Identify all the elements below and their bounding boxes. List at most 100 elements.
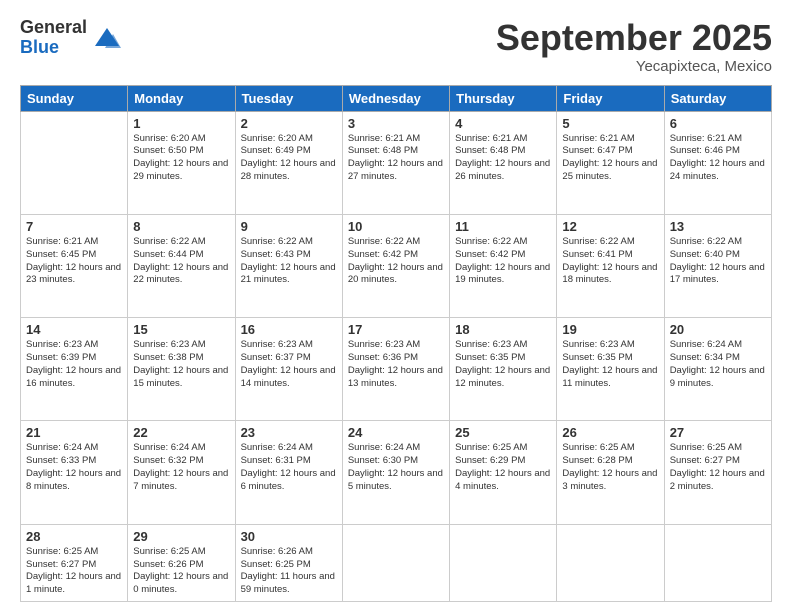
day-info: Sunrise: 6:22 AMSunset: 6:42 PMDaylight:… — [348, 236, 444, 287]
day-number: 18 — [455, 322, 551, 337]
calendar-cell: 7Sunrise: 6:21 AMSunset: 6:45 PMDaylight… — [21, 214, 128, 317]
day-number: 14 — [26, 322, 122, 337]
calendar-week-4: 21 Sunrise: 6:24 AMSunset: 6:33 PMDayligh… — [21, 421, 772, 524]
day-number: 20 — [670, 322, 766, 337]
calendar-cell: 11Sunrise: 6:22 AMSunset: 6:42 PMDayligh… — [450, 214, 557, 317]
calendar-week-3: 14 Sunrise: 6:23 AMSunset: 6:39 PMDayligh… — [21, 318, 772, 421]
day-number: 16 — [241, 322, 337, 337]
day-info: Sunrise: 6:25 AMSunset: 6:28 PMDaylight:… — [562, 442, 658, 493]
day-info: Sunrise: 6:24 AMSunset: 6:33 PMDaylight:… — [26, 442, 122, 493]
day-number: 5 — [562, 116, 658, 131]
calendar-cell: 23 Sunrise: 6:24 AMSunset: 6:31 PMDayligh… — [235, 421, 342, 524]
day-number: 27 — [670, 425, 766, 440]
logo-icon — [93, 24, 121, 52]
day-info: Sunrise: 6:24 AMSunset: 6:30 PMDaylight:… — [348, 442, 444, 493]
calendar-cell: 21 Sunrise: 6:24 AMSunset: 6:33 PMDayligh… — [21, 421, 128, 524]
calendar-cell: 14 Sunrise: 6:23 AMSunset: 6:39 PMDayligh… — [21, 318, 128, 421]
day-number: 3 — [348, 116, 444, 131]
calendar-week-1: 1 Sunrise: 6:20 AMSunset: 6:50 PMDaylight… — [21, 111, 772, 214]
month-title: September 2025 — [496, 18, 772, 58]
day-info: Sunrise: 6:24 AMSunset: 6:32 PMDaylight:… — [133, 442, 229, 493]
day-number: 10 — [348, 219, 444, 234]
day-number: 24 — [348, 425, 444, 440]
day-info: Sunrise: 6:23 AMSunset: 6:35 PMDaylight:… — [455, 339, 551, 390]
day-number: 17 — [348, 322, 444, 337]
calendar-cell: 3 Sunrise: 6:21 AMSunset: 6:48 PMDaylight… — [342, 111, 449, 214]
day-number: 19 — [562, 322, 658, 337]
calendar-cell: 24 Sunrise: 6:24 AMSunset: 6:30 PMDayligh… — [342, 421, 449, 524]
day-info: Sunrise: 6:25 AMSunset: 6:29 PMDaylight:… — [455, 442, 551, 493]
calendar-cell — [450, 524, 557, 601]
day-number: 29 — [133, 529, 229, 544]
calendar-cell: 13 Sunrise: 6:22 AMSunset: 6:40 PMDayligh… — [664, 214, 771, 317]
day-info: Sunrise: 6:22 AMSunset: 6:42 PMDaylight:… — [455, 236, 551, 287]
calendar-cell: 5Sunrise: 6:21 AMSunset: 6:47 PMDaylight… — [557, 111, 664, 214]
day-number: 28 — [26, 529, 122, 544]
day-number: 8 — [133, 219, 229, 234]
day-info: Sunrise: 6:23 AMSunset: 6:37 PMDaylight:… — [241, 339, 337, 390]
day-info: Sunrise: 6:21 AMSunset: 6:48 PMDaylight:… — [348, 133, 444, 184]
calendar-cell: 9 Sunrise: 6:22 AMSunset: 6:43 PMDaylight… — [235, 214, 342, 317]
calendar-cell: 12 Sunrise: 6:22 AMSunset: 6:41 PMDayligh… — [557, 214, 664, 317]
calendar-cell: 10 Sunrise: 6:22 AMSunset: 6:42 PMDayligh… — [342, 214, 449, 317]
day-info: Sunrise: 6:20 AMSunset: 6:49 PMDaylight:… — [241, 133, 337, 184]
calendar-cell: 22 Sunrise: 6:24 AMSunset: 6:32 PMDayligh… — [128, 421, 235, 524]
header: General Blue September 2025 Yecapixteca,… — [20, 18, 772, 75]
logo: General Blue — [20, 18, 121, 58]
weekday-header-tuesday: Tuesday — [235, 85, 342, 111]
calendar-cell: 25 Sunrise: 6:25 AMSunset: 6:29 PMDayligh… — [450, 421, 557, 524]
calendar-cell: 29 Sunrise: 6:25 AMSunset: 6:26 PMDayligh… — [128, 524, 235, 601]
day-number: 9 — [241, 219, 337, 234]
calendar-cell: 6 Sunrise: 6:21 AMSunset: 6:46 PMDaylight… — [664, 111, 771, 214]
day-number: 25 — [455, 425, 551, 440]
title-block: September 2025 Yecapixteca, Mexico — [496, 18, 772, 75]
day-number: 15 — [133, 322, 229, 337]
day-number: 23 — [241, 425, 337, 440]
day-info: Sunrise: 6:23 AMSunset: 6:39 PMDaylight:… — [26, 339, 122, 390]
calendar-cell: 15 Sunrise: 6:23 AMSunset: 6:38 PMDayligh… — [128, 318, 235, 421]
weekday-header-saturday: Saturday — [664, 85, 771, 111]
day-number: 12 — [562, 219, 658, 234]
weekday-header-wednesday: Wednesday — [342, 85, 449, 111]
day-number: 26 — [562, 425, 658, 440]
calendar-cell — [21, 111, 128, 214]
logo-general: General — [20, 18, 87, 38]
calendar-cell: 4Sunrise: 6:21 AMSunset: 6:48 PMDaylight… — [450, 111, 557, 214]
calendar-cell: 18 Sunrise: 6:23 AMSunset: 6:35 PMDayligh… — [450, 318, 557, 421]
location-subtitle: Yecapixteca, Mexico — [496, 58, 772, 75]
weekday-header-monday: Monday — [128, 85, 235, 111]
weekday-header-thursday: Thursday — [450, 85, 557, 111]
day-info: Sunrise: 6:20 AMSunset: 6:50 PMDaylight:… — [133, 133, 229, 184]
weekday-header-row: SundayMondayTuesdayWednesdayThursdayFrid… — [21, 85, 772, 111]
day-info: Sunrise: 6:22 AMSunset: 6:40 PMDaylight:… — [670, 236, 766, 287]
day-info: Sunrise: 6:25 AMSunset: 6:26 PMDaylight:… — [133, 546, 229, 597]
day-info: Sunrise: 6:23 AMSunset: 6:38 PMDaylight:… — [133, 339, 229, 390]
day-number: 1 — [133, 116, 229, 131]
day-info: Sunrise: 6:22 AMSunset: 6:43 PMDaylight:… — [241, 236, 337, 287]
day-info: Sunrise: 6:21 AMSunset: 6:45 PMDaylight:… — [26, 236, 122, 287]
day-info: Sunrise: 6:25 AMSunset: 6:27 PMDaylight:… — [670, 442, 766, 493]
calendar-week-2: 7Sunrise: 6:21 AMSunset: 6:45 PMDaylight… — [21, 214, 772, 317]
page: General Blue September 2025 Yecapixteca,… — [0, 0, 792, 612]
day-number: 13 — [670, 219, 766, 234]
calendar-cell: 27 Sunrise: 6:25 AMSunset: 6:27 PMDayligh… — [664, 421, 771, 524]
calendar-cell: 8Sunrise: 6:22 AMSunset: 6:44 PMDaylight… — [128, 214, 235, 317]
day-number: 6 — [670, 116, 766, 131]
calendar-cell: 28 Sunrise: 6:25 AMSunset: 6:27 PMDayligh… — [21, 524, 128, 601]
day-info: Sunrise: 6:23 AMSunset: 6:36 PMDaylight:… — [348, 339, 444, 390]
calendar-cell: 20Sunrise: 6:24 AMSunset: 6:34 PMDayligh… — [664, 318, 771, 421]
calendar-table: SundayMondayTuesdayWednesdayThursdayFrid… — [20, 85, 772, 602]
day-info: Sunrise: 6:24 AMSunset: 6:31 PMDaylight:… — [241, 442, 337, 493]
day-info: Sunrise: 6:22 AMSunset: 6:41 PMDaylight:… — [562, 236, 658, 287]
day-number: 30 — [241, 529, 337, 544]
day-info: Sunrise: 6:21 AMSunset: 6:46 PMDaylight:… — [670, 133, 766, 184]
day-number: 22 — [133, 425, 229, 440]
day-info: Sunrise: 6:25 AMSunset: 6:27 PMDaylight:… — [26, 546, 122, 597]
calendar-cell: 1 Sunrise: 6:20 AMSunset: 6:50 PMDaylight… — [128, 111, 235, 214]
calendar-cell: 26 Sunrise: 6:25 AMSunset: 6:28 PMDayligh… — [557, 421, 664, 524]
weekday-header-sunday: Sunday — [21, 85, 128, 111]
logo-blue: Blue — [20, 38, 87, 58]
day-number: 21 — [26, 425, 122, 440]
day-info: Sunrise: 6:23 AMSunset: 6:35 PMDaylight:… — [562, 339, 658, 390]
weekday-header-friday: Friday — [557, 85, 664, 111]
